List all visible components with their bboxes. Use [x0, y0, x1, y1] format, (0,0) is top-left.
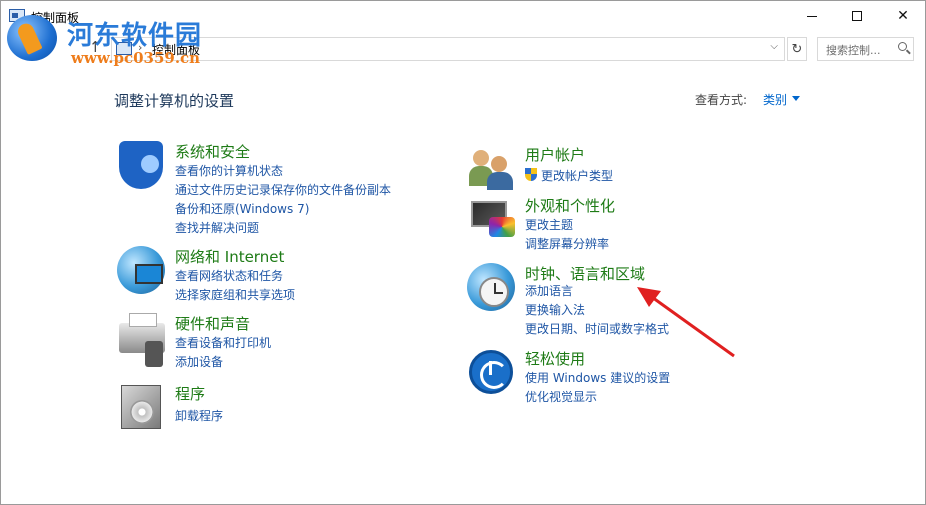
control-panel-window: 控制面板 ✕ ← ↑ › 控制面板 ⌵ ↻ 搜索控制... 河东软件园 www.…	[0, 0, 926, 505]
annotation-arrow-head	[637, 287, 661, 307]
annotation-arrow	[637, 287, 735, 358]
annotation-arrow-line	[648, 293, 735, 358]
